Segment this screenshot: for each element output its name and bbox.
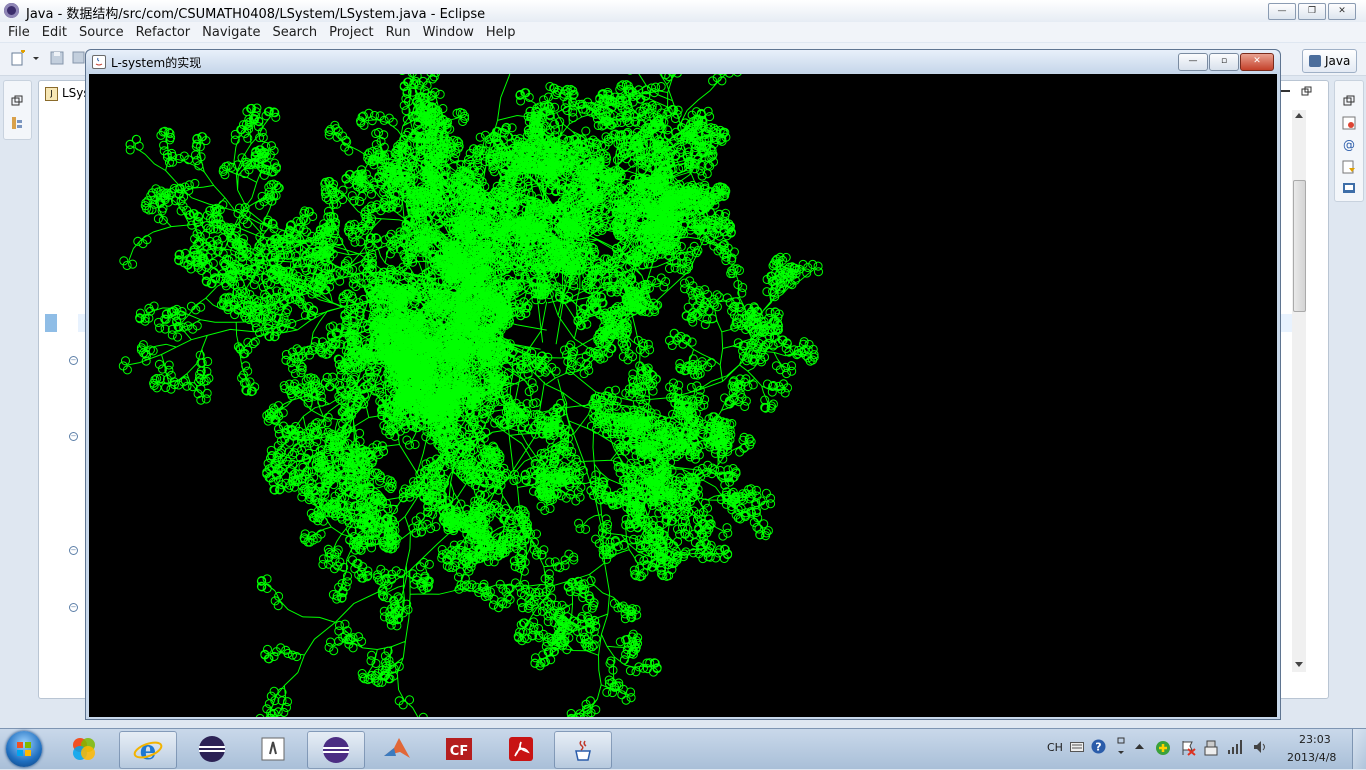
matlab-icon — [382, 734, 412, 764]
windows-logo-icon — [6, 731, 42, 767]
eclipse-minimize-button[interactable]: — — [1268, 3, 1296, 20]
eclipse-purple-icon — [321, 735, 351, 765]
menu-file[interactable]: File — [2, 25, 36, 40]
scrollbar-thumb[interactable] — [1293, 180, 1306, 312]
line-highlight-marker — [45, 314, 57, 332]
eclipse-window-title: Java - 数据结构/src/com/CSUMATH0408/LSystem/… — [26, 3, 485, 22]
perspective-java-label: Java — [1325, 54, 1350, 68]
eclipse-title-bar: Java - 数据结构/src/com/CSUMATH0408/LSystem/… — [0, 0, 1366, 23]
show-hidden-icons-chevron-up-icon[interactable] — [1135, 743, 1144, 749]
java-coffee-icon — [92, 55, 106, 69]
perspective-java-button[interactable]: Java — [1302, 49, 1357, 73]
menu-source[interactable]: Source — [73, 25, 130, 40]
taskbar-app-eclipse-active[interactable] — [307, 731, 365, 769]
eclipse-icon — [197, 734, 227, 764]
fractal-path — [119, 74, 822, 717]
menu-run[interactable]: Run — [380, 25, 417, 40]
taskbar-app-java-cup[interactable] — [554, 731, 612, 769]
editor-minimize-icon[interactable] — [1281, 90, 1290, 92]
lsystem-window-controls: — ▫ ✕ — [1178, 53, 1274, 71]
lsystem-fractal-drawing — [89, 74, 1277, 717]
declaration-icon[interactable] — [1342, 160, 1356, 174]
ime-indicator[interactable]: CH — [1047, 741, 1063, 754]
package-explorer-icon[interactable] — [11, 116, 23, 130]
left-trim-bar — [3, 80, 32, 140]
lsystem-window-title: L-system的实现 — [111, 54, 201, 71]
help-icon[interactable]: ? — [1091, 739, 1106, 754]
taskbar-app-acrobat[interactable] — [493, 731, 549, 767]
menu-window[interactable]: Window — [417, 25, 480, 40]
acrobat-icon — [506, 734, 536, 764]
network-signal-icon[interactable] — [1228, 740, 1244, 754]
menu-help[interactable]: Help — [480, 25, 522, 40]
menu-edit[interactable]: Edit — [36, 25, 73, 40]
usb-device-icon[interactable] — [1204, 740, 1218, 756]
java-app-icon — [258, 734, 288, 764]
eclipse-menubar: File Edit Source Refactor Navigate Searc… — [0, 22, 1366, 42]
restore-view-icon[interactable] — [1343, 95, 1355, 107]
cf-icon: CF — [444, 734, 474, 764]
taskbar-app-ie[interactable]: e — [119, 731, 177, 769]
lsystem-window: L-system的实现 — ▫ ✕ — [85, 49, 1281, 720]
chevron-down-icon[interactable] — [32, 50, 40, 66]
ie-icon: e — [133, 735, 163, 765]
new-file-icon[interactable] — [10, 50, 26, 66]
keyboard-icon[interactable] — [1070, 742, 1084, 752]
scroll-down-icon[interactable] — [1295, 662, 1303, 668]
editor-vertical-scrollbar[interactable] — [1292, 110, 1306, 672]
menu-project[interactable]: Project — [323, 25, 379, 40]
lsystem-minimize-button[interactable]: — — [1178, 53, 1208, 71]
windows-taskbar: e CF CH ? 23:03 2013/4/8 — [0, 728, 1366, 769]
console-icon[interactable] — [1342, 181, 1356, 195]
svg-text:?: ? — [1095, 741, 1101, 754]
java-cup-icon — [568, 735, 598, 765]
volume-icon[interactable] — [1253, 740, 1267, 754]
security-shield-plus-icon[interactable] — [1155, 740, 1171, 756]
fold-collapse-icon[interactable]: − — [69, 546, 78, 555]
editor-maximize-icon[interactable] — [1301, 86, 1312, 96]
java-perspective-icon — [1309, 55, 1321, 67]
clock-time[interactable]: 23:03 — [1299, 733, 1331, 746]
lsystem-maximize-button[interactable]: ▫ — [1209, 53, 1239, 71]
eclipse-maximize-button[interactable]: ❐ — [1298, 3, 1326, 20]
save-all-icon[interactable] — [70, 50, 86, 66]
fold-collapse-icon[interactable]: − — [69, 432, 78, 441]
fold-collapse-icon[interactable]: − — [69, 603, 78, 612]
eclipse-close-button[interactable]: ✕ — [1328, 3, 1356, 20]
taskbar-app-matlab[interactable] — [369, 731, 425, 767]
eclipse-app-icon — [4, 3, 19, 18]
taskbar-app-java[interactable] — [245, 731, 301, 767]
java-file-icon: J — [45, 87, 58, 101]
lsystem-canvas[interactable] — [89, 74, 1277, 717]
windows-start-button[interactable] — [6, 731, 42, 767]
menu-refactor[interactable]: Refactor — [130, 25, 197, 40]
taskbar-app-eclipse[interactable] — [184, 731, 240, 767]
scroll-up-icon[interactable] — [1295, 112, 1303, 118]
ime-options-icon[interactable] — [1116, 737, 1126, 757]
action-center-flag-icon[interactable] — [1180, 740, 1196, 756]
lsystem-close-button[interactable]: ✕ — [1240, 53, 1274, 71]
taskbar-app-orb[interactable] — [56, 731, 112, 767]
show-desktop-button[interactable] — [1352, 729, 1366, 769]
eclipse-window-controls: — ❐ ✕ — [1268, 3, 1356, 20]
menu-search[interactable]: Search — [266, 25, 323, 40]
save-icon[interactable] — [49, 50, 65, 66]
fold-collapse-icon[interactable]: − — [69, 356, 78, 365]
taskbar-app-cf[interactable]: CF — [431, 731, 487, 767]
menu-navigate[interactable]: Navigate — [196, 25, 266, 40]
svg-text:e: e — [140, 736, 157, 765]
clock-date[interactable]: 2013/4/8 — [1287, 751, 1336, 764]
right-trim-bar: @ — [1334, 80, 1364, 202]
restore-view-icon[interactable] — [11, 95, 23, 107]
colorful-app-icon — [69, 734, 99, 764]
problems-icon[interactable] — [1342, 116, 1356, 130]
svg-text:CF: CF — [450, 744, 468, 759]
javadoc-icon[interactable]: @ — [1343, 138, 1355, 152]
lsystem-title-bar[interactable]: L-system的实现 — ▫ ✕ — [86, 50, 1280, 73]
